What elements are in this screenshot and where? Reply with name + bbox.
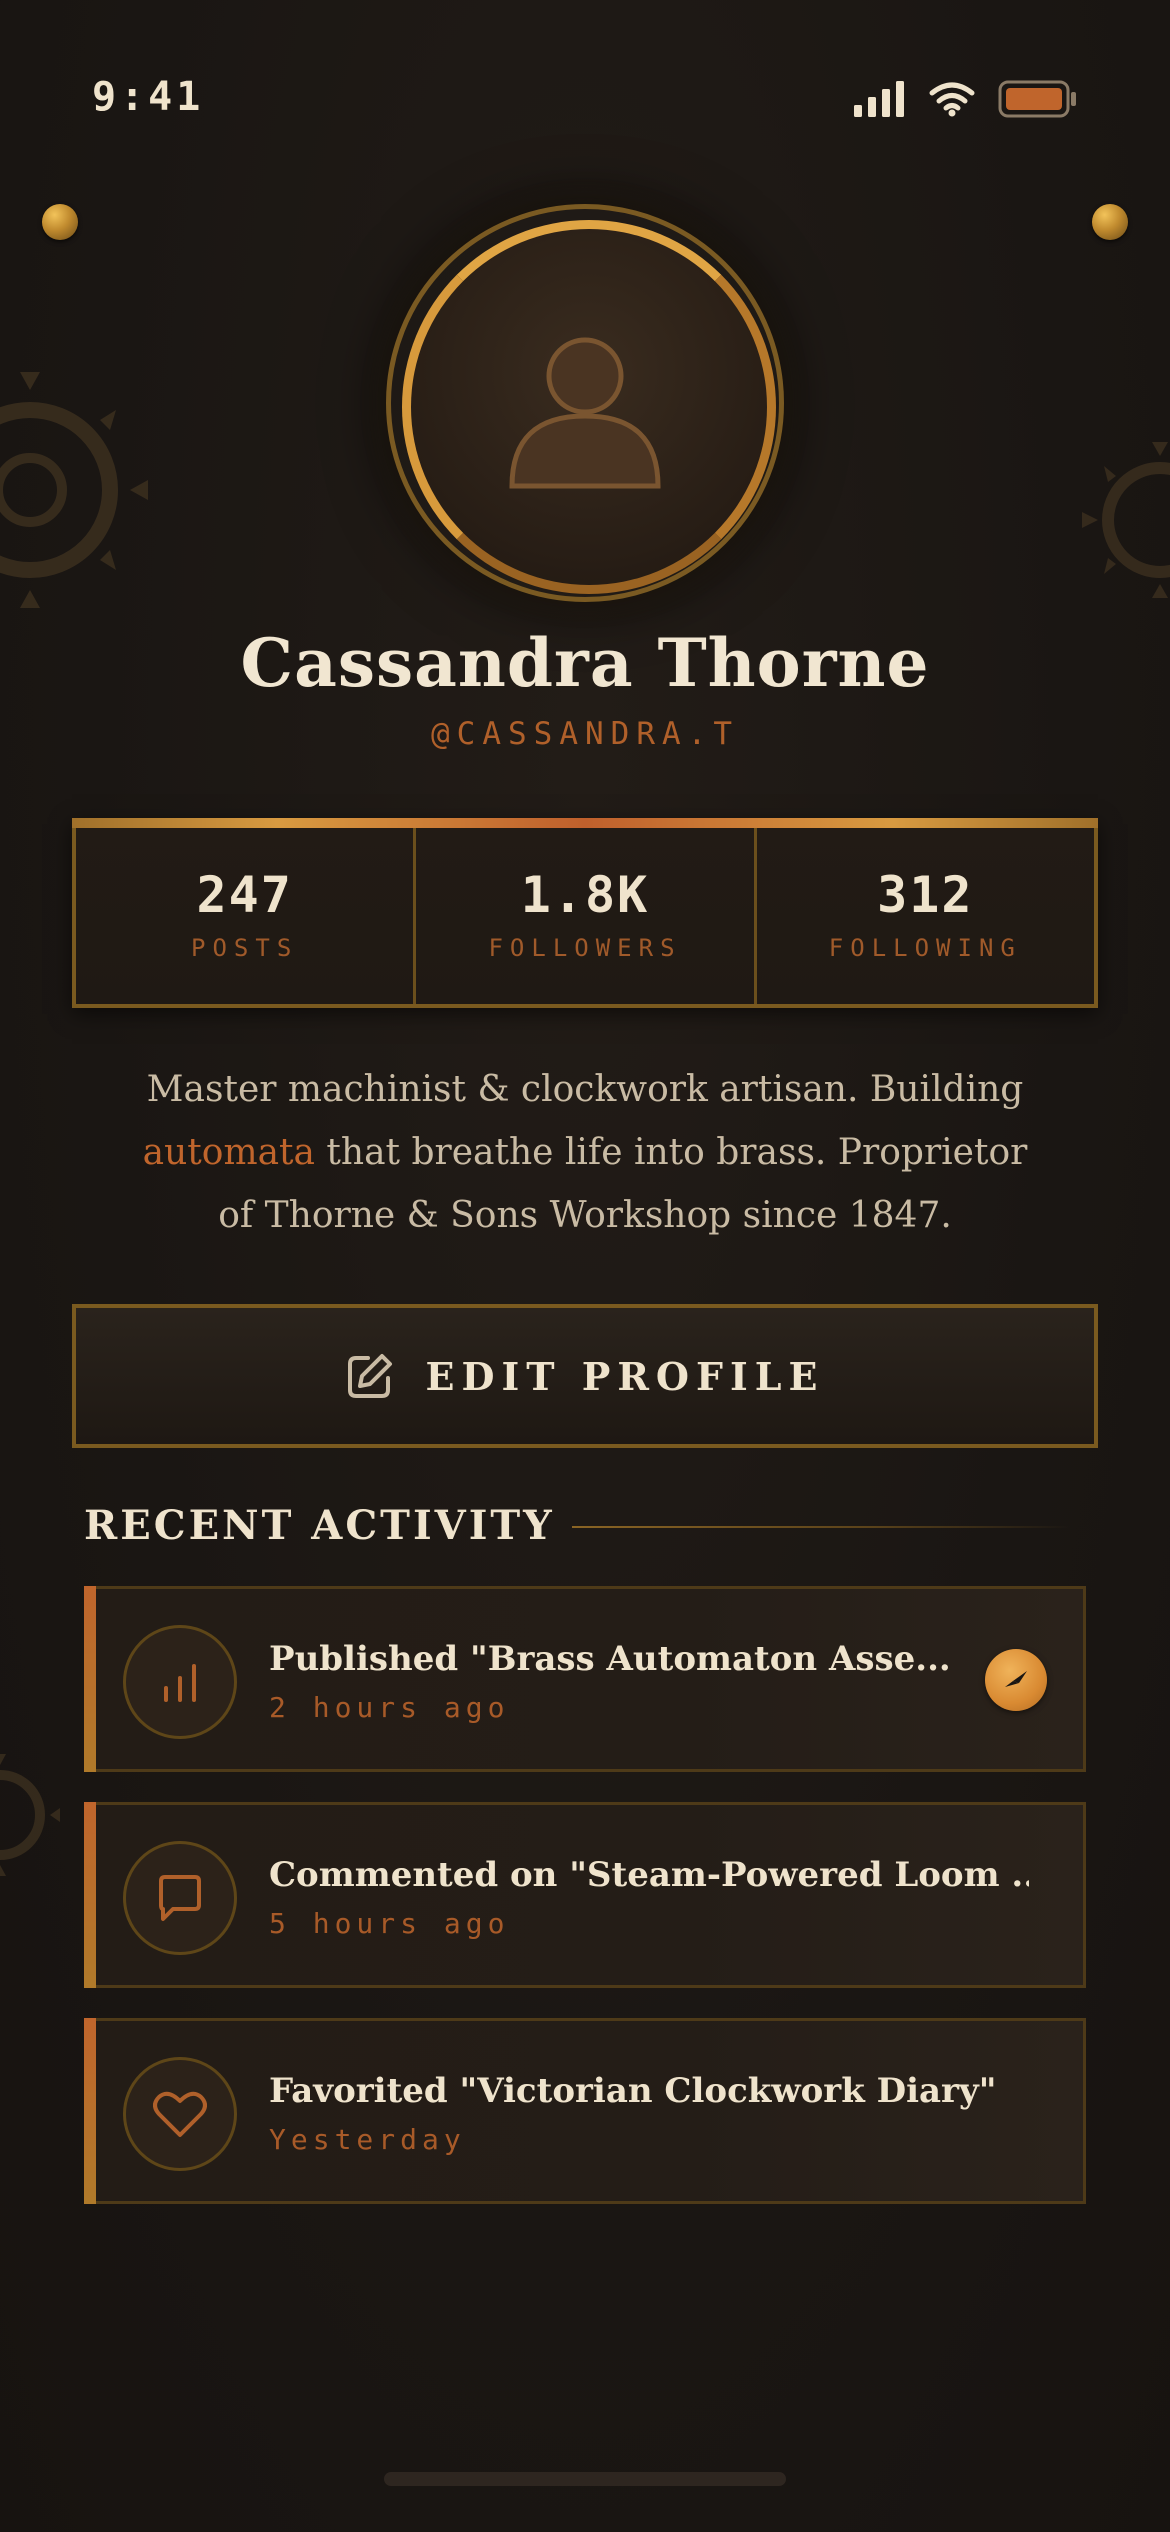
comment-icon xyxy=(123,1841,237,1955)
edit-profile-label: EDIT PROFILE xyxy=(425,1353,825,1399)
edit-profile-button[interactable]: EDIT PROFILE xyxy=(72,1304,1098,1448)
profile-screen: 9:41 Cassandra Thorne @CASSANDRA.T 247 P… xyxy=(0,0,1170,2532)
bio-text: that breathe life into brass. Proprietor… xyxy=(218,1132,1028,1236)
activity-title: Published "Brass Automaton Asse... xyxy=(269,1639,951,1679)
stat-followers[interactable]: 1.8K FOLLOWERS xyxy=(413,822,753,1004)
rivet-right xyxy=(1092,204,1128,240)
stat-value: 312 xyxy=(877,866,974,924)
activity-time: 5 hours ago xyxy=(269,1907,510,1940)
profile-name: Cassandra Thorne xyxy=(240,624,930,702)
gear-icon xyxy=(0,1754,60,1876)
chart-icon xyxy=(123,1625,237,1739)
section-title: RECENT ACTIVITY xyxy=(84,1502,555,1549)
user-icon xyxy=(509,337,661,489)
bio-highlight: automata xyxy=(142,1132,315,1173)
battery-icon xyxy=(998,80,1078,122)
edit-icon xyxy=(347,1354,392,1398)
home-indicator[interactable] xyxy=(384,2472,786,2486)
activity-item[interactable]: Favorited "Victorian Clockwork Diary" Ye… xyxy=(84,2018,1086,2204)
stat-posts[interactable]: 247 POSTS xyxy=(76,822,413,1004)
activity-title: Favorited "Victorian Clockwork Diary" xyxy=(269,2071,997,2111)
bio-text: Master machinist & clockwork artisan. Bu… xyxy=(146,1069,1024,1110)
rivet-left xyxy=(42,204,78,240)
gear-icon xyxy=(0,372,148,608)
compass-icon xyxy=(985,1649,1047,1711)
stat-label: FOLLOWERS xyxy=(488,934,682,962)
stat-label: FOLLOWING xyxy=(828,934,1022,962)
activity-item[interactable]: Commented on "Steam-Powered Loom ... 5 h… xyxy=(84,1802,1086,1988)
section-divider xyxy=(572,1526,1072,1528)
avatar[interactable] xyxy=(386,204,784,602)
wifi-icon xyxy=(928,81,976,121)
activity-time: Yesterday xyxy=(269,2123,466,2156)
status-icons xyxy=(854,80,1078,122)
profile-handle[interactable]: @CASSANDRA.T xyxy=(0,716,1170,752)
stat-following[interactable]: 312 FOLLOWING xyxy=(753,822,1094,1004)
status-time: 9:41 xyxy=(92,74,205,120)
stat-label: POSTS xyxy=(191,934,299,962)
signal-icon xyxy=(854,81,906,121)
stats-panel: 247 POSTS 1.8K FOLLOWERS 312 FOLLOWING xyxy=(72,818,1098,1008)
gear-icon xyxy=(1082,442,1170,598)
activity-title: Commented on "Steam-Powered Loom ... xyxy=(269,1855,1029,1895)
heart-icon xyxy=(123,2057,237,2171)
activity-item[interactable]: Published "Brass Automaton Asse... 2 hou… xyxy=(84,1586,1086,1772)
stat-value: 1.8K xyxy=(520,866,650,924)
stat-value: 247 xyxy=(196,866,293,924)
activity-time: 2 hours ago xyxy=(269,1691,510,1724)
profile-bio: Master machinist & clockwork artisan. Bu… xyxy=(130,1058,1040,1247)
